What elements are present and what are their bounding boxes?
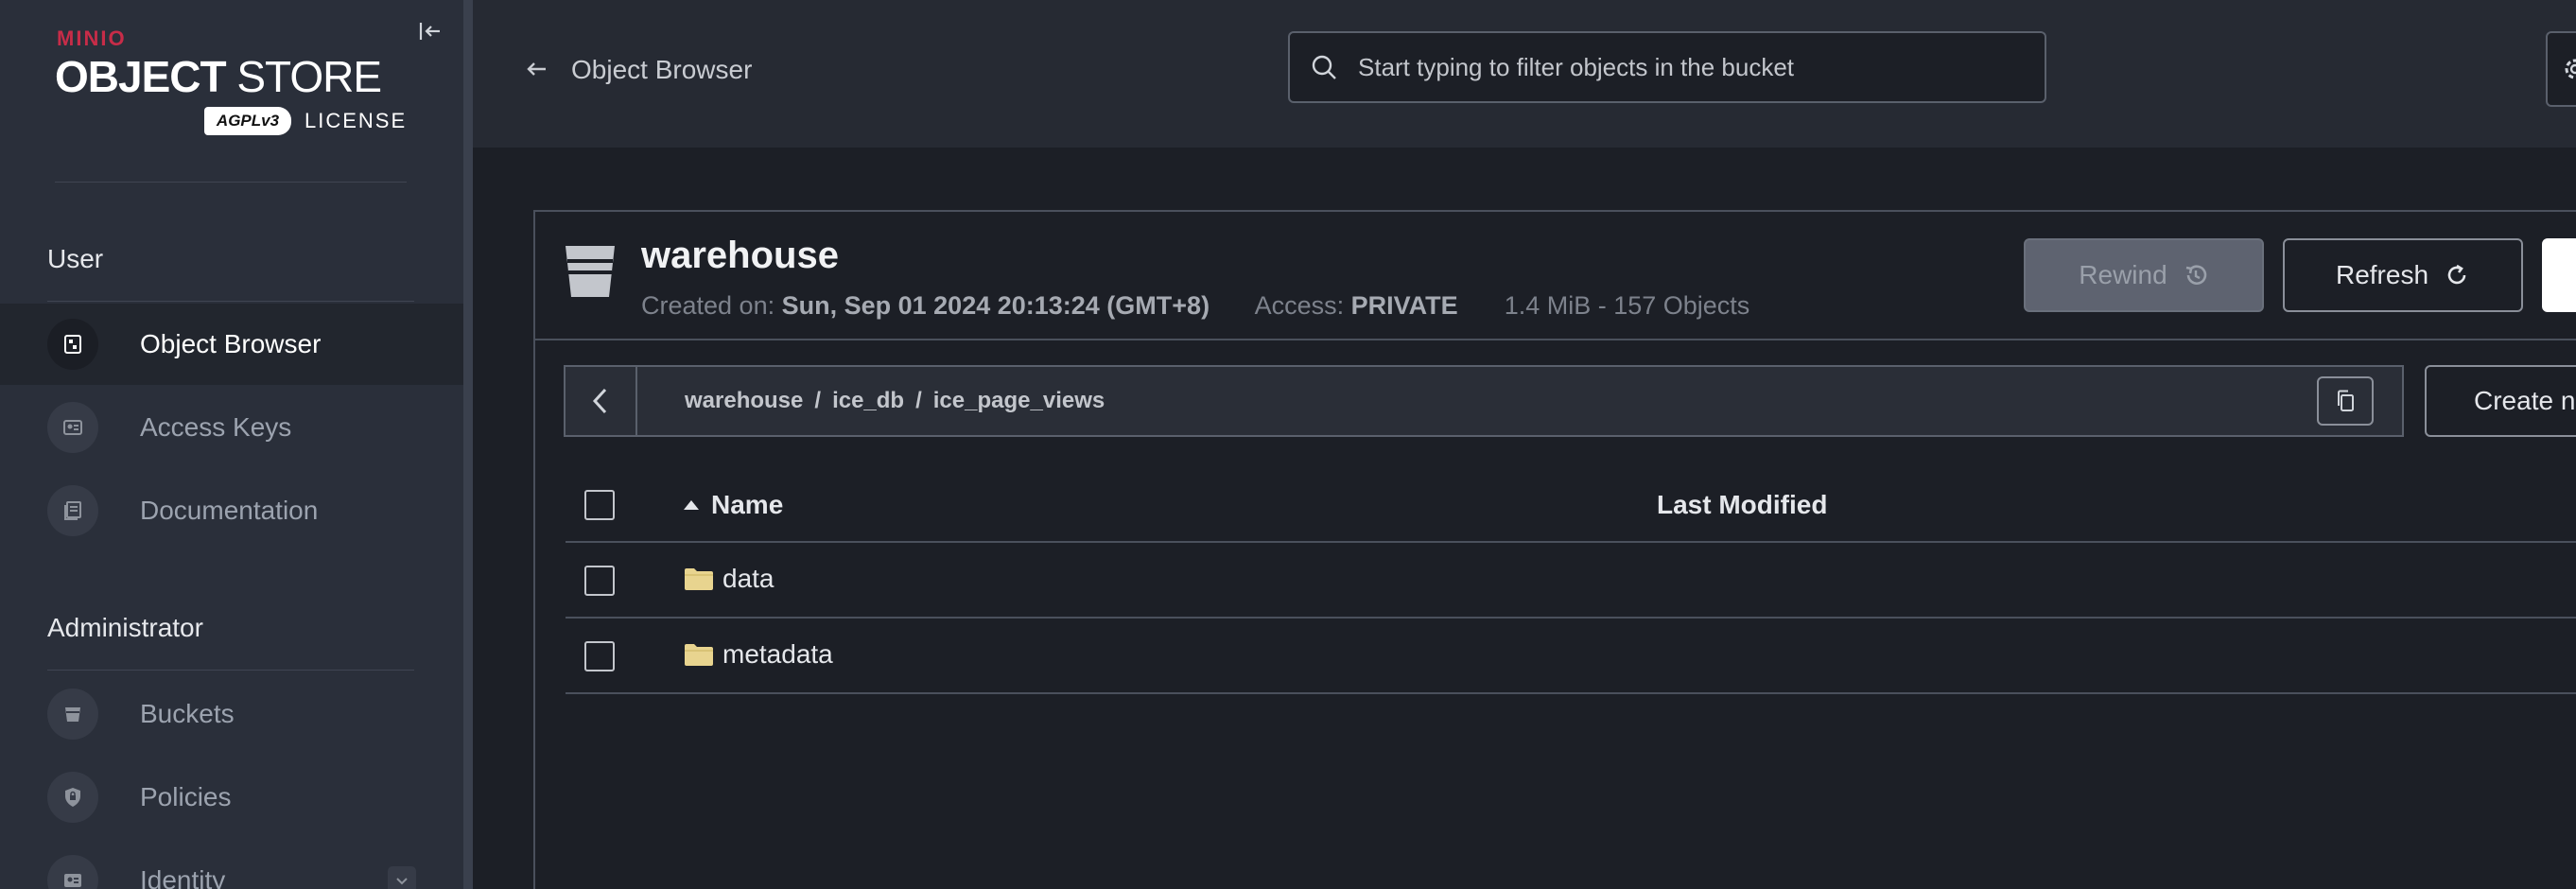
nav-icon-circle xyxy=(47,855,98,889)
chevron-down-icon xyxy=(396,878,408,885)
rewind-label: Rewind xyxy=(2079,260,2167,289)
sidebar-item-identity[interactable]: Identity xyxy=(0,840,463,889)
access-value: PRIVATE xyxy=(1350,291,1458,320)
documentation-icon xyxy=(64,501,81,520)
minio-logo: MINIO OBJECT STORE AGPLv3 LICENSE xyxy=(55,26,414,140)
section-title-user: User xyxy=(47,244,104,273)
bucket-meta: Created on: Sun, Sep 01 2024 20:13:24 (G… xyxy=(641,291,1749,321)
back-label: Object Browser xyxy=(571,55,753,84)
folder-icon xyxy=(683,566,715,592)
logo-title: OBJECT STORE xyxy=(55,51,382,102)
column-header-name-label: Name xyxy=(711,490,784,519)
table-header-row: Name Last Modified S xyxy=(566,454,2576,543)
expand-identity-button[interactable] xyxy=(388,866,416,889)
row-name[interactable]: metadata xyxy=(683,639,833,670)
access-keys-icon xyxy=(63,420,82,435)
bucket-icon xyxy=(562,240,618,301)
breadcrumb-item: ice_page_views xyxy=(932,388,1105,413)
sidebar-edge xyxy=(463,0,473,889)
refresh-icon xyxy=(2444,262,2470,288)
nav-icon-circle xyxy=(47,319,98,370)
settings-button[interactable] xyxy=(2546,31,2576,107)
row-checkbox[interactable] xyxy=(584,566,615,596)
breadcrumb-separator: / xyxy=(814,388,822,413)
sidebar-item-label: Access Keys xyxy=(140,412,292,442)
sidebar-item-label: Object Browser xyxy=(140,329,322,358)
path-bar: warehouse / ice_db / ice_page_views xyxy=(564,365,2404,437)
sidebar-item-label: Documentation xyxy=(140,496,319,525)
sidebar-item-documentation[interactable]: Documentation xyxy=(0,470,463,551)
agpl-badge: AGPLv3 xyxy=(204,107,291,135)
logo-license-row: AGPLv3 LICENSE xyxy=(204,104,407,138)
sidebar-item-label: Policies xyxy=(140,782,232,811)
section-title-administrator: Administrator xyxy=(47,613,203,642)
history-icon xyxy=(2183,262,2209,288)
nav-icon-circle xyxy=(47,485,98,536)
logo-brand: MINIO xyxy=(57,26,127,50)
refresh-label: Refresh xyxy=(2335,260,2429,289)
row-name[interactable]: data xyxy=(683,564,775,594)
create-new-path-button[interactable]: Create n xyxy=(2425,365,2576,437)
topbar: Object Browser xyxy=(473,0,2576,148)
search-icon xyxy=(1290,31,1358,103)
nav-icon-circle xyxy=(47,402,98,453)
sidebar-item-buckets[interactable]: Buckets xyxy=(0,673,463,755)
sidebar-item-object-browser[interactable]: Object Browser xyxy=(0,304,463,385)
bucket-header: warehouse Created on: Sun, Sep 01 2024 2… xyxy=(535,212,2576,340)
app-window: MINIO OBJECT STORE AGPLv3 LICENSE User O… xyxy=(0,0,2576,889)
upload-button[interactable] xyxy=(2542,238,2576,312)
bucket-name: warehouse xyxy=(641,235,839,276)
breadcrumb-item[interactable]: warehouse xyxy=(685,388,803,414)
objects-table: Name Last Modified S data - xyxy=(566,454,2576,694)
logo-license: LICENSE xyxy=(305,109,408,132)
copy-icon xyxy=(2338,390,2354,411)
path-back-button[interactable] xyxy=(566,367,637,435)
row-checkbox[interactable] xyxy=(584,641,615,671)
sidebar-item-label: Buckets xyxy=(140,699,235,728)
search-box xyxy=(1288,31,2046,103)
logo-title-bold: OBJECT xyxy=(55,52,227,101)
bucket-usage: 1.4 MiB - 157 Objects xyxy=(1504,291,1750,320)
search-input[interactable] xyxy=(1358,39,2045,96)
rewind-button[interactable]: Rewind xyxy=(2024,238,2264,312)
sort-ascending-icon xyxy=(683,499,700,511)
column-header-last-modified[interactable]: Last Modified xyxy=(1657,490,1827,520)
back-to-object-browser-link[interactable]: Object Browser xyxy=(526,53,752,87)
column-header-name[interactable]: Name xyxy=(683,490,783,520)
access-label: Access: xyxy=(1254,291,1345,320)
chevron-left-icon xyxy=(592,388,607,414)
breadcrumb-separator: / xyxy=(915,388,922,413)
identity-icon xyxy=(64,874,81,887)
section-divider xyxy=(47,670,414,671)
select-all-checkbox[interactable] xyxy=(584,490,615,520)
table-row[interactable]: metadata - xyxy=(566,619,2576,694)
breadcrumb: warehouse / ice_db / ice_page_views xyxy=(685,388,1105,414)
gear-icon xyxy=(2565,59,2576,79)
bucket-icon xyxy=(65,707,80,722)
sidebar: MINIO OBJECT STORE AGPLv3 LICENSE User O… xyxy=(0,0,463,889)
nav-icon-circle xyxy=(47,772,98,823)
copy-path-button[interactable] xyxy=(2317,376,2374,426)
object-browser-icon xyxy=(64,335,81,354)
collapse-sidebar-button[interactable] xyxy=(416,17,444,45)
row-name-label: metadata xyxy=(722,639,833,669)
logo-title-light: STORE xyxy=(236,52,382,101)
breadcrumb-item[interactable]: ice_db xyxy=(832,388,904,414)
row-name-label: data xyxy=(722,564,775,593)
nav-icon-circle xyxy=(47,689,98,740)
table-row[interactable]: data - xyxy=(566,543,2576,619)
refresh-button[interactable]: Refresh xyxy=(2283,238,2523,312)
shield-icon xyxy=(65,788,80,807)
section-divider xyxy=(47,301,414,302)
folder-icon xyxy=(683,641,715,668)
sidebar-item-policies[interactable]: Policies xyxy=(0,757,463,838)
sidebar-item-label: Identity xyxy=(140,865,226,889)
created-value: Sun, Sep 01 2024 20:13:24 (GMT+8) xyxy=(781,291,1210,320)
created-label: Created on: xyxy=(641,291,775,320)
arrow-left-icon xyxy=(526,55,548,85)
collapse-left-icon xyxy=(419,23,440,40)
bucket-panel: warehouse Created on: Sun, Sep 01 2024 2… xyxy=(533,210,2576,889)
logo-divider xyxy=(55,182,407,183)
sidebar-item-access-keys[interactable]: Access Keys xyxy=(0,387,463,468)
